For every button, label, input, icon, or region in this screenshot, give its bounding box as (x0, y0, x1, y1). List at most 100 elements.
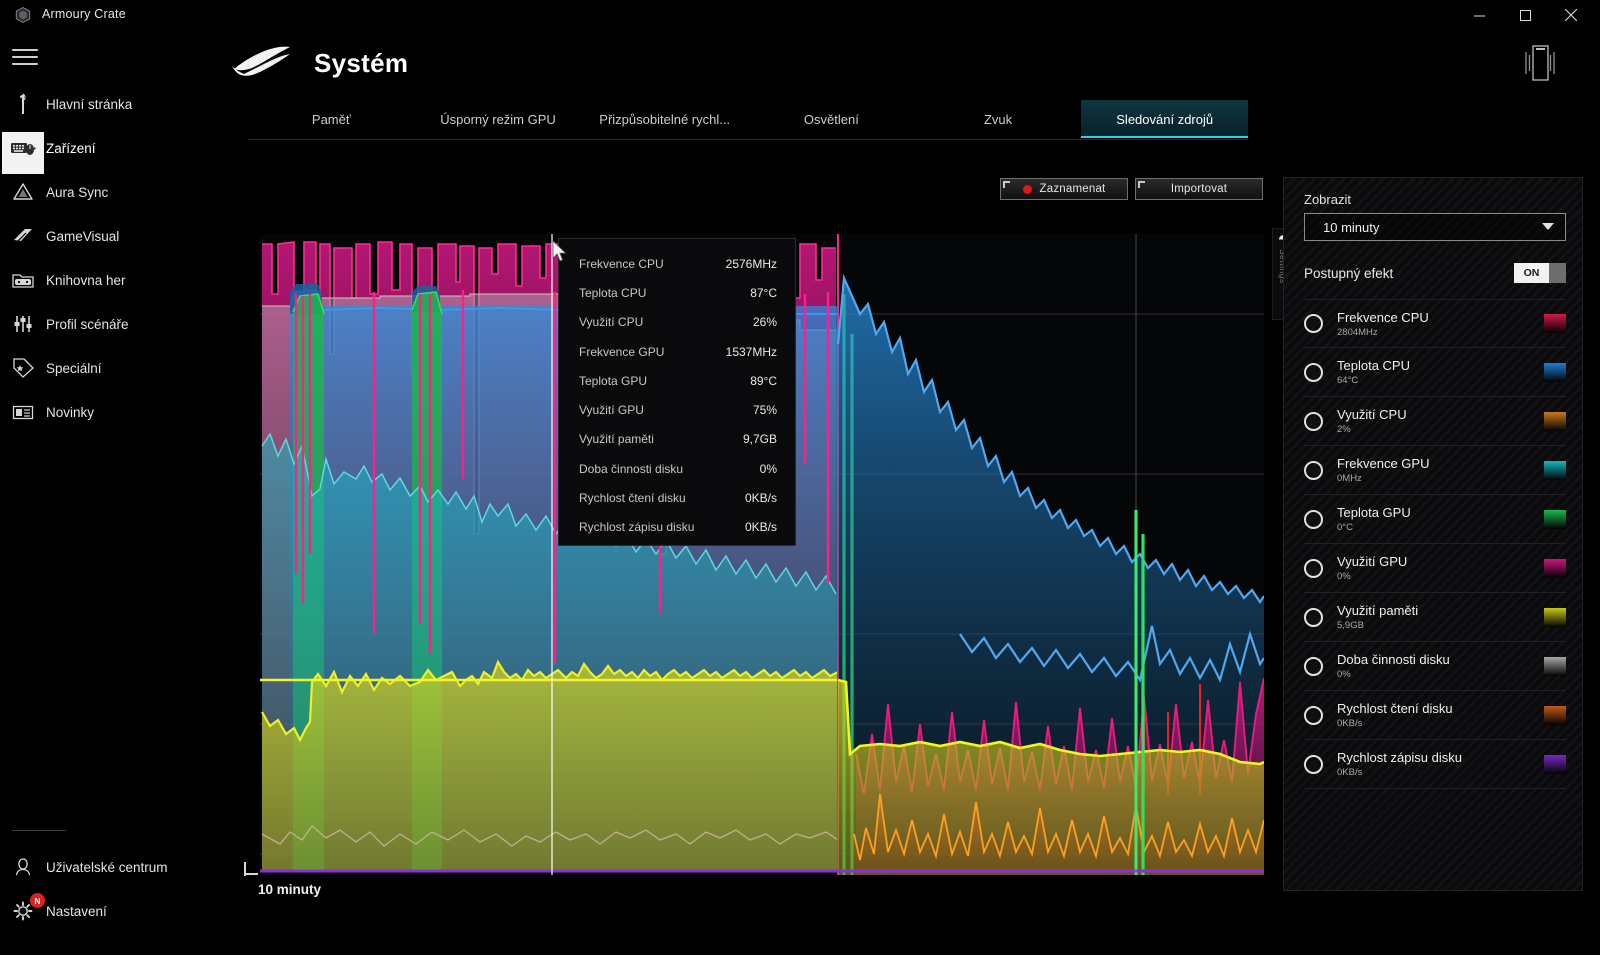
radio-icon[interactable] (1304, 754, 1323, 774)
sidebar-item-label: Nastavení (46, 903, 107, 919)
close-button[interactable] (1548, 0, 1594, 30)
color-swatch (1544, 362, 1566, 382)
rog-logo-icon (232, 46, 290, 76)
tooltip-key: Využití GPU (579, 403, 644, 418)
news-icon (0, 401, 46, 423)
color-swatch (1544, 754, 1566, 774)
sidebar-item-novinky[interactable]: Novinky (0, 390, 200, 434)
user-center-icon (0, 856, 46, 878)
legend-value: 5,9GB (1337, 620, 1364, 631)
tooltip-row: Teplota CPU 87°C (579, 278, 777, 307)
tooltip-key: Teplota CPU (579, 285, 647, 300)
legend-value: 2% (1337, 424, 1351, 435)
legend-item-vyuziti-cpu[interactable]: Využití CPU 2% (1304, 397, 1566, 446)
legend-item-rychlost-zapisu-disku[interactable]: Rychlost zápisu disku 0KB/s (1304, 740, 1566, 789)
tooltip-key: Rychlost zápisu disku (579, 520, 695, 535)
import-button[interactable]: Importovat (1135, 178, 1263, 200)
legend-value: 0°C (1337, 522, 1353, 533)
sidebar-item-label: Speciální (46, 360, 102, 376)
import-button-label: Importovat (1170, 183, 1228, 195)
chart-axis-tick-vertical (244, 862, 246, 876)
legend-item-teplota-gpu[interactable]: Teplota GPU 0°C (1304, 495, 1566, 544)
tab-prizpusobitelne-rychlosti[interactable]: Přizpůsobitelné rychl... (581, 100, 748, 138)
legend-item-frekvence-gpu[interactable]: Frekvence GPU 0MHz (1304, 446, 1566, 495)
tooltip-row: Rychlost zápisu disku 0KB/s (579, 513, 777, 542)
duration-select[interactable]: 10 minuty (1304, 213, 1566, 241)
gear-icon: N (0, 893, 46, 922)
tooltip-key: Frekvence GPU (579, 344, 665, 359)
legend-item-rychlost-cteni-disku[interactable]: Rychlost čtení disku 0KB/s (1304, 691, 1566, 740)
tooltip-row: Frekvence CPU 2576MHz (579, 249, 777, 278)
legend-item-vyuziti-gpu[interactable]: Využití GPU 0% (1304, 544, 1566, 593)
legend-value: 64°C (1337, 375, 1359, 386)
color-swatch (1544, 509, 1566, 529)
tooltip-row: Doba činnosti disku 0% (579, 454, 777, 483)
title-bar: Armoury Crate (0, 0, 1600, 30)
legend-name: Frekvence GPU (1337, 456, 1430, 471)
sidebar-item-nastaveni[interactable]: N Nastavení (0, 889, 200, 933)
legend-name: Frekvence CPU (1337, 309, 1429, 325)
tab-usporny-rezim-gpu[interactable]: Úsporný režim GPU (415, 100, 582, 138)
tab-sledovani-zdroju[interactable]: Sledování zdrojů (1081, 100, 1249, 138)
tooltip-key: Teplota GPU (579, 373, 648, 388)
radio-icon[interactable] (1304, 607, 1323, 627)
aura-sync-icon (0, 181, 46, 203)
tooltip-key: Využití paměti (579, 432, 654, 447)
legend-text: Doba činnosti disku 0% (1337, 652, 1544, 680)
radio-icon[interactable] (1304, 656, 1323, 676)
legend-item-doba-cinnosti-disku[interactable]: Doba činnosti disku 0% (1304, 642, 1566, 691)
hamburger-icon[interactable] (12, 44, 38, 65)
legend-name: Teplota CPU (1337, 358, 1410, 373)
sidebar-item-label: Hlavní stránka (46, 96, 133, 112)
sidebar-item-aura-sync[interactable]: Aura Sync (0, 170, 200, 214)
gamevisual-icon (0, 225, 46, 247)
color-swatch (1544, 705, 1566, 725)
chevron-down-icon (1542, 223, 1554, 230)
radio-icon[interactable] (1304, 705, 1323, 725)
legend-name: Využití paměti (1337, 603, 1419, 618)
sidebar-item-uzivatelske-centrum[interactable]: Uživatelské centrum (0, 845, 200, 889)
tooltip-row: Teplota GPU 89°C (579, 366, 777, 395)
legend-item-teplota-cpu[interactable]: Teplota CPU 64°C (1304, 348, 1566, 397)
tooltip-row: Využití GPU 75% (579, 395, 777, 424)
radio-icon[interactable] (1304, 460, 1323, 480)
tooltip-row: Frekvence GPU 1537MHz (579, 337, 777, 366)
sidebar: Hlavní stránka Zařízení Aura Sync GameVi… (0, 30, 200, 955)
tab-osvetleni[interactable]: Osvětlení (748, 100, 915, 138)
tooltip-value: 0KB/s (744, 520, 777, 535)
sidebar-item-hlavni-stranka[interactable]: Hlavní stránka (0, 82, 200, 126)
radio-icon[interactable] (1304, 509, 1323, 529)
sidebar-nav: Hlavní stránka Zařízení Aura Sync GameVi… (0, 82, 200, 434)
legend-value: 2804MHz (1337, 326, 1378, 338)
gradual-effect-row: Postupný efekt ON (1304, 259, 1566, 287)
color-swatch (1544, 607, 1566, 627)
radio-icon[interactable] (1304, 558, 1323, 578)
maximize-button[interactable] (1502, 0, 1548, 30)
radio-icon[interactable] (1304, 314, 1323, 333)
tab-pamet[interactable]: Paměť (248, 100, 415, 138)
sidebar-item-label: Uživatelské centrum (46, 859, 168, 875)
chart-toolbar: Zaznamenat Importovat (1000, 178, 1263, 200)
sidebar-item-zarizeni[interactable]: Zařízení (0, 126, 200, 174)
color-swatch (1544, 460, 1566, 480)
legend-value: 0KB/s (1337, 718, 1363, 729)
sidebar-item-specialni[interactable]: Speciální (0, 346, 200, 390)
device-icon (0, 132, 46, 174)
record-button[interactable]: Zaznamenat (1000, 178, 1128, 200)
minimize-button[interactable] (1456, 0, 1502, 30)
legend-name: Teplota GPU (1337, 505, 1411, 520)
tab-zvuk[interactable]: Zvuk (915, 100, 1082, 138)
sidebar-item-label: GameVisual (46, 228, 120, 244)
sidebar-item-knihovna-her[interactable]: Knihovna her (0, 258, 200, 302)
radio-icon[interactable] (1304, 362, 1323, 382)
home-icon (0, 93, 46, 115)
sidebar-item-gamevisual[interactable]: GameVisual (0, 214, 200, 258)
tooltip-value: 9,7GB (742, 432, 777, 447)
chart-axis-tick-horizontal (244, 873, 258, 875)
gradual-effect-toggle[interactable]: ON (1514, 263, 1566, 283)
legend-item-vyuziti-pameti[interactable]: Využití paměti 5,9GB (1304, 593, 1566, 642)
legend-name: Využití CPU (1337, 407, 1407, 422)
sidebar-item-profil-scenare[interactable]: Profil scénáře (0, 302, 200, 346)
radio-icon[interactable] (1304, 411, 1323, 431)
legend-item-frekvence-cpu[interactable]: Frekvence CPU 2804MHz (1304, 299, 1566, 348)
